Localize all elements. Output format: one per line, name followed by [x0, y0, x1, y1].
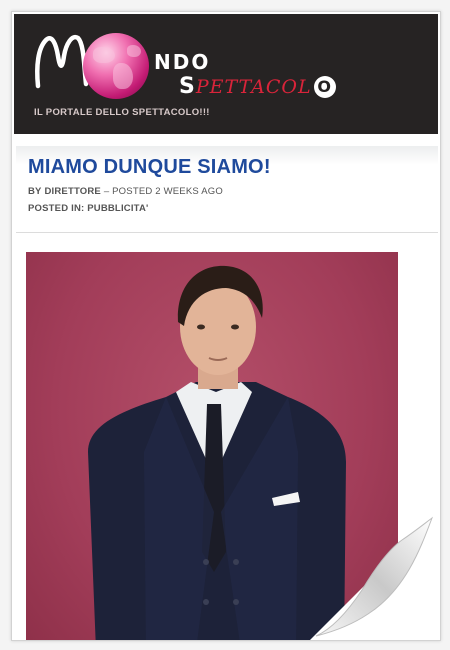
logo-text-ndo: NDO — [154, 50, 211, 74]
site-header: NDO SPETTACOL O IL PORTALE DELLO SPETTACO… — [14, 14, 438, 134]
author-link[interactable]: DIRETTORE — [44, 186, 101, 197]
article: MIAMO DUNQUE SIAMO! BY DIRETTORE – POSTE… — [14, 146, 438, 233]
category-link[interactable]: PUBBLICITA' — [87, 203, 148, 214]
posted-in-label: POSTED IN: — [28, 203, 85, 214]
site-logo[interactable]: NDO SPETTACOL O — [14, 14, 344, 104]
globe-icon — [83, 33, 149, 99]
posted-time: – POSTED 2 WEEKS AGO — [103, 186, 223, 197]
post-title[interactable]: MIAMO DUNQUE SIAMO! — [28, 156, 426, 179]
page-curl-icon[interactable] — [310, 510, 440, 640]
logo-text-spettacolo: SPETTACOL O — [179, 74, 336, 99]
site-tagline: IL PORTALE DELLO SPETTACOLO!!! — [34, 107, 210, 118]
by-prefix: BY — [28, 186, 42, 197]
post-categories: POSTED IN: PUBBLICITA' — [28, 203, 426, 214]
page-frame: NDO SPETTACOL O IL PORTALE DELLO SPETTACO… — [11, 11, 441, 641]
post-header: MIAMO DUNQUE SIAMO! BY DIRETTORE – POSTE… — [16, 146, 438, 233]
post-meta: BY DIRETTORE – POSTED 2 WEEKS AGO — [28, 186, 426, 197]
